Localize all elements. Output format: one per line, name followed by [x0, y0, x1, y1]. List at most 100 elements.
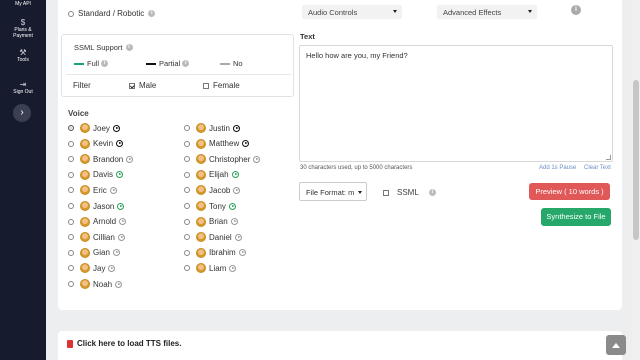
play-icon[interactable]: [232, 124, 240, 132]
voice-radio[interactable]: [68, 281, 74, 287]
voice-name: Davis: [93, 170, 114, 180]
voice-radio[interactable]: [68, 140, 74, 147]
female-checkbox[interactable]: [203, 82, 209, 89]
sidebar-item-label: Sign Out: [13, 89, 33, 95]
info-icon[interactable]: i: [571, 5, 581, 15]
voice-option-ibrahim[interactable]: Ibrahim: [184, 247, 246, 259]
play-icon[interactable]: [109, 186, 117, 194]
play-icon[interactable]: [229, 264, 237, 272]
clear-text-link[interactable]: Clear Text: [584, 165, 611, 171]
voice-radio[interactable]: [184, 265, 190, 272]
voice-radio[interactable]: [68, 171, 74, 178]
voice-radio[interactable]: [184, 203, 190, 209]
play-icon[interactable]: [112, 124, 120, 132]
info-icon[interactable]: i: [101, 60, 109, 67]
voice-option-justin[interactable]: Justin: [184, 122, 240, 134]
play-icon[interactable]: [228, 202, 236, 210]
voice-option-arnold[interactable]: Arnold: [68, 216, 127, 228]
voice-option-matthew[interactable]: Matthew: [184, 138, 250, 150]
load-tts-link[interactable]: Click here to load TTS files.: [67, 339, 181, 348]
voice-radio[interactable]: [68, 218, 74, 225]
voice-radio[interactable]: [68, 249, 74, 256]
voice-option-liam[interactable]: Liam: [184, 262, 237, 274]
voice-option-joey[interactable]: Joey: [68, 122, 120, 134]
avatar: [80, 138, 90, 149]
voice-type-standard[interactable]: Standard / Robotic i: [68, 9, 156, 18]
voice-type-radio[interactable]: [68, 10, 74, 17]
voice-radio[interactable]: [184, 187, 190, 194]
voice-radio[interactable]: [184, 249, 190, 256]
voice-radio[interactable]: [68, 187, 74, 194]
play-icon[interactable]: [116, 140, 124, 148]
text-input[interactable]: Hello how are you, my Friend?: [299, 45, 613, 162]
play-icon[interactable]: [117, 233, 125, 241]
voice-option-gian[interactable]: Gian: [68, 247, 120, 259]
voice-radio[interactable]: [184, 171, 190, 178]
info-icon[interactable]: i: [428, 189, 436, 196]
voice-radio[interactable]: [68, 234, 74, 241]
ssml-checkbox[interactable]: [383, 189, 389, 196]
voice-radio[interactable]: [184, 218, 190, 225]
play-icon[interactable]: [126, 155, 134, 163]
preview-button[interactable]: Preview ( 10 words ): [529, 183, 610, 200]
scrollbar-thumb[interactable]: [633, 80, 639, 240]
ssml-toggle[interactable]: SSML i: [383, 188, 436, 197]
advanced-effects-dropdown[interactable]: Advanced Effects: [437, 5, 537, 19]
voice-radio[interactable]: [184, 125, 190, 131]
play-icon[interactable]: [242, 140, 250, 148]
voice-option-davis[interactable]: Davis: [68, 169, 124, 181]
voice-option-tony[interactable]: Tony: [184, 200, 236, 212]
play-icon[interactable]: [233, 186, 241, 194]
play-icon[interactable]: [116, 171, 124, 179]
voice-option-cillian[interactable]: Cillian: [68, 231, 125, 243]
play-icon[interactable]: [238, 249, 246, 257]
voice-radio[interactable]: [184, 140, 190, 147]
voice-option-jason[interactable]: Jason: [68, 200, 125, 212]
play-icon[interactable]: [108, 264, 116, 272]
play-icon[interactable]: [119, 218, 127, 226]
voice-option-jay[interactable]: Jay: [68, 262, 116, 274]
play-icon[interactable]: [230, 218, 238, 226]
sidebar-item-sign-out[interactable]: ⇥ Sign Out: [0, 80, 46, 95]
sidebar-item-my-api[interactable]: My API: [0, 1, 46, 7]
filter-male[interactable]: Male: [129, 81, 156, 90]
chevron-right-icon[interactable]: ›: [13, 104, 31, 122]
scroll-up-icon[interactable]: [606, 335, 626, 355]
voice-radio[interactable]: [184, 156, 190, 163]
voice-option-eric[interactable]: Eric: [68, 184, 117, 196]
file-format-select[interactable]: File Format: m: [299, 182, 367, 201]
sidebar-item-tools[interactable]: ⚒ Tools: [0, 48, 46, 63]
voice-radio[interactable]: [68, 125, 74, 131]
voice-option-daniel[interactable]: Daniel: [184, 231, 242, 243]
voice-option-noah[interactable]: Noah: [68, 278, 123, 290]
sidebar-item-plans[interactable]: $ Plans & Payment: [0, 18, 46, 39]
male-checkbox[interactable]: [129, 82, 135, 89]
voice-radio[interactable]: [68, 265, 74, 272]
filter-female[interactable]: Female: [203, 81, 240, 90]
legend-full: Full i: [74, 59, 109, 68]
play-icon[interactable]: [117, 202, 125, 210]
voice-radio[interactable]: [68, 203, 74, 209]
synthesize-button[interactable]: Synthesize to File: [541, 208, 611, 226]
voice-option-brian[interactable]: Brian: [184, 216, 238, 228]
resize-handle-icon[interactable]: [606, 155, 611, 160]
voice-radio[interactable]: [68, 156, 74, 163]
add-pause-link[interactable]: Add 1s Pause: [539, 165, 576, 171]
voice-option-jacob[interactable]: Jacob: [184, 184, 241, 196]
play-icon[interactable]: [112, 249, 120, 257]
text-value: Hello how are you, my Friend?: [306, 51, 408, 60]
voice-option-kevin[interactable]: Kevin: [68, 138, 124, 150]
voice-option-brandon[interactable]: Brandon: [68, 153, 134, 165]
info-icon[interactable]: i: [148, 10, 156, 17]
play-icon[interactable]: [253, 155, 261, 163]
info-icon[interactable]: i: [125, 44, 133, 51]
play-icon[interactable]: [231, 171, 239, 179]
voice-option-elijah[interactable]: Elijah: [184, 169, 239, 181]
info-icon[interactable]: i: [182, 60, 190, 67]
voice-option-christopher[interactable]: Christopher: [184, 153, 261, 165]
audio-controls-dropdown[interactable]: Audio Controls: [302, 5, 402, 19]
voice-radio[interactable]: [184, 234, 190, 241]
play-icon[interactable]: [115, 280, 123, 288]
voice-name: Joey: [93, 123, 110, 133]
play-icon[interactable]: [234, 233, 242, 241]
